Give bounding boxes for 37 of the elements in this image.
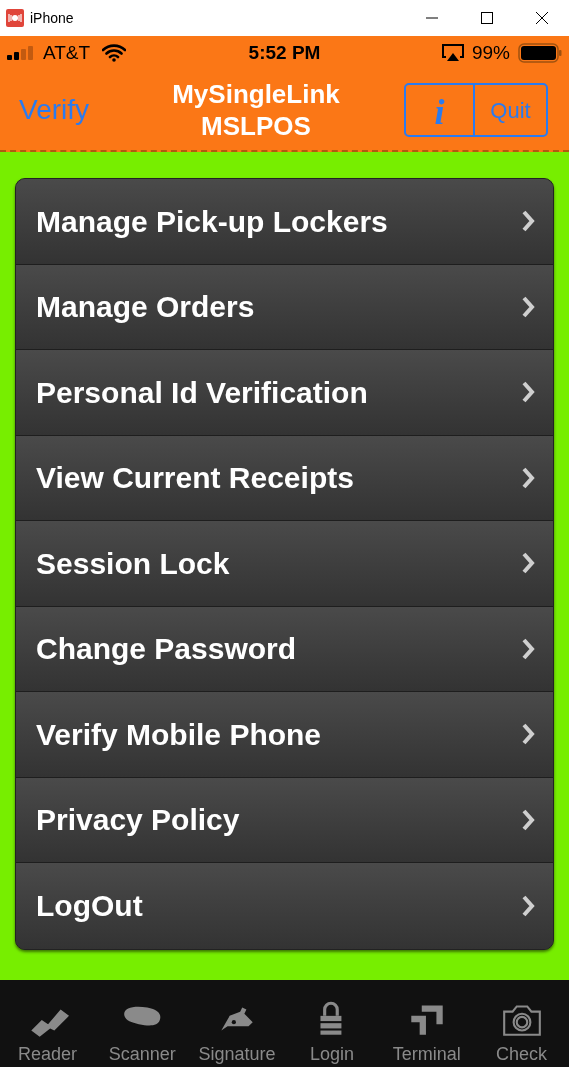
chevron-icon xyxy=(521,465,535,490)
tab-bar-item[interactable]: Signature xyxy=(189,980,285,1067)
chevron-icon xyxy=(521,380,535,405)
carrier-text: AT&T xyxy=(43,40,91,65)
airplay-icon xyxy=(441,44,464,62)
app-subtitle: MSLPOS xyxy=(201,110,311,142)
chevron-icon xyxy=(521,807,535,832)
window-title: iPhone xyxy=(30,8,74,28)
chevron-icon xyxy=(521,551,535,576)
app-title: MySingleLink xyxy=(172,78,340,110)
chevron-icon xyxy=(521,893,535,918)
close-icon xyxy=(535,12,548,24)
menu-item[interactable]: LogOut xyxy=(16,863,553,949)
chevron-icon xyxy=(521,294,535,319)
menu-item[interactable]: Personal Id Verification xyxy=(16,350,553,436)
app-icon xyxy=(6,9,24,27)
menu-item[interactable]: Manage Pick-up Lockers xyxy=(16,179,553,265)
tab-bar-item[interactable]: Terminal xyxy=(379,980,475,1067)
tab-bar-item[interactable]: Reader xyxy=(0,980,95,1067)
battery-percentage: 99% xyxy=(471,40,510,65)
wifi-icon xyxy=(102,44,127,62)
maximize-icon xyxy=(480,12,493,24)
tab-bar-item[interactable]: Check xyxy=(474,980,569,1067)
chevron-icon xyxy=(521,722,535,747)
chevron-icon xyxy=(521,636,535,661)
menu-item[interactable]: View Current Receipts xyxy=(16,435,553,521)
minimize-icon xyxy=(425,17,438,19)
tab-bar-item[interactable]: Scanner xyxy=(94,980,190,1067)
chevron-icon xyxy=(521,209,535,234)
battery-icon xyxy=(518,43,562,63)
menu-item[interactable]: Session Lock xyxy=(16,521,553,607)
menu-item[interactable]: Change Password xyxy=(16,606,553,692)
menu-item[interactable]: Privacy Policy xyxy=(16,777,553,863)
tab-bar-item[interactable]: Login xyxy=(284,980,380,1067)
menu-item[interactable]: Manage Orders xyxy=(16,264,553,350)
status-time: 5:52 PM xyxy=(248,40,321,65)
menu-item[interactable]: Verify Mobile Phone xyxy=(16,692,553,778)
